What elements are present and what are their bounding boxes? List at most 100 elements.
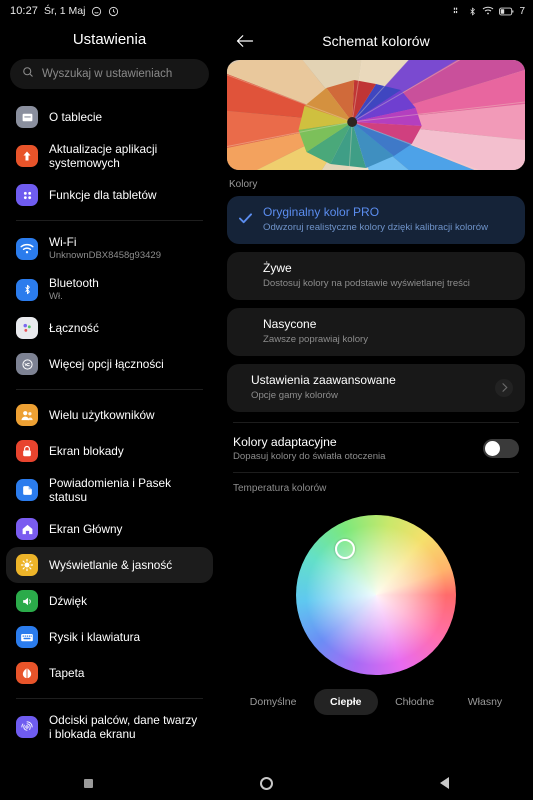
sidebar-group-divider <box>16 698 203 699</box>
system-navigation-bar <box>0 766 533 800</box>
scheme-option-title: Oryginalny kolor PRO <box>263 205 380 219</box>
home-circle-icon[interactable] <box>236 776 296 790</box>
fingerprint-icon <box>16 716 38 738</box>
users-icon <box>16 404 38 426</box>
sidebar-item-ekran-g-wny[interactable]: Ekran Główny <box>6 511 213 547</box>
adaptive-colors-toggle[interactable] <box>483 439 519 458</box>
notification-icon <box>16 479 38 501</box>
color-wheel-selector[interactable] <box>335 538 355 559</box>
adaptive-colors-row[interactable]: Kolory adaptacyjne Dopasuj kolory do świ… <box>219 433 533 462</box>
sidebar-item-label: Dźwięk <box>49 594 88 608</box>
sidebar-item-text: Wi-Fi UnknownDBX8458g93429 <box>49 235 161 262</box>
divider-above-temperature <box>233 472 519 473</box>
sidebar-item-wi-fi[interactable]: Wi-Fi UnknownDBX8458g93429 <box>6 228 213 269</box>
recents-square-icon[interactable] <box>59 778 119 788</box>
sidebar-item-label: Rysik i klawiatura <box>49 630 141 644</box>
sidebar-item-odciski-palc-w-dane-twarzy-i-blokada-ekranu[interactable]: Odciski palców, dane twarzy i blokada ek… <box>6 706 213 748</box>
sidebar-item-label: Bluetooth <box>49 276 99 290</box>
scheme-option-sub: Zawsze poprawiaj kolory <box>263 334 369 345</box>
temperature-label: Temperatura kolorów <box>233 483 327 494</box>
adaptive-colors-sub: Dopasuj kolory do światła otoczenia <box>233 451 386 462</box>
grid-dots-icon <box>16 184 38 206</box>
advanced-settings-text: Ustawienia zaawansowane Opcje gamy kolor… <box>251 373 495 402</box>
sidebar-title: Ustawienia <box>72 31 147 48</box>
sound-icon <box>16 590 38 612</box>
sidebar-item-powiadomienia-i-pasek-statusu[interactable]: Powiadomienia i Pasek statusu <box>6 469 213 511</box>
adaptive-colors-title: Kolory adaptacyjne <box>233 435 337 449</box>
sidebar-item-label: O tablecie <box>49 110 103 124</box>
sidebar-item-rysik-i-klawiatura[interactable]: Rysik i klawiatura <box>6 619 213 655</box>
divider-above-adaptive <box>233 422 519 423</box>
back-triangle-icon[interactable] <box>414 777 474 789</box>
advanced-settings-row[interactable]: Ustawienia zaawansowane Opcje gamy kolor… <box>227 364 525 412</box>
sidebar-item-label: Łączność <box>49 321 99 335</box>
search-icon <box>22 65 34 83</box>
sidebar-item-wielu-u-ytkownik-w[interactable]: Wielu użytkowników <box>6 397 213 433</box>
sidebar-group-divider <box>16 220 203 221</box>
status-date: Śr, 1 Maj <box>44 5 86 17</box>
scheme-option-0[interactable]: Oryginalny kolor PRO Odwzoruj realistyczn… <box>227 196 525 244</box>
scheme-option-1[interactable]: Żywe Dostosuj kolory na podstawie wyświet… <box>227 252 525 300</box>
battery-level: 7 <box>519 5 525 17</box>
sidebar-item-text: Więcej opcji łączności <box>49 357 164 371</box>
sidebar-item-text: Ekran Główny <box>49 522 122 536</box>
sidebar-item-text: Bluetooth Wł. <box>49 276 99 303</box>
keyboard-icon <box>16 626 38 648</box>
sidebar-item-d-wi-k[interactable]: Dźwięk <box>6 583 213 619</box>
sidebar-item-czno[interactable]: Łączność <box>6 310 213 346</box>
sidebar-item-funkcje-dla-tablet-w[interactable]: Funkcje dla tabletów <box>6 177 213 213</box>
bluetooth-icon <box>468 6 477 17</box>
main-screen: Ustawienia Wyszukaj w ustawieniach O tab… <box>0 22 533 766</box>
temperature-preset-row: Domyślne Ciepłe Chłodne Własny <box>219 689 533 715</box>
sidebar-item-aktualizacje-aplikacji-systemowych[interactable]: Aktualizacje aplikacji systemowych <box>6 135 213 177</box>
status-bar: 10:27 Śr, 1 Maj 7 <box>0 0 533 22</box>
sidebar-item-text: Ekran blokady <box>49 444 124 458</box>
wifi-icon <box>482 6 494 16</box>
brightness-icon <box>16 554 38 576</box>
scheme-option-sub: Dostosuj kolory na podstawie wyświetlane… <box>263 278 470 289</box>
color-wheel-container <box>219 502 533 687</box>
advanced-settings-title: Ustawienia zaawansowane <box>251 373 396 387</box>
sidebar-item-wi-cej-opcji-czno-ci[interactable]: Więcej opcji łączności <box>6 346 213 382</box>
sidebar-group-divider <box>16 389 203 390</box>
sidebar-item-label: Wyświetlanie & jasność <box>49 558 173 572</box>
signal-icon <box>453 6 463 16</box>
scheme-option-title: Żywe <box>263 261 292 275</box>
color-temperature-wheel[interactable] <box>296 514 456 675</box>
sidebar-item-text: Odciski palców, dane twarzy i blokada ek… <box>49 713 203 741</box>
battery-icon <box>499 7 514 16</box>
chevron-right-icon <box>495 378 513 397</box>
bluetooth-icon <box>16 278 38 301</box>
sidebar-item-text: Wyświetlanie & jasność <box>49 558 172 572</box>
color-scheme-panel: Schemat kolorów Kolory Oryginalny kolor … <box>219 22 533 766</box>
temperature-preset-ch-odne[interactable]: Chłodne <box>379 689 450 715</box>
advanced-settings-sub: Opcje gamy kolorów <box>251 390 338 401</box>
sidebar-item-o-tablecie[interactable]: O tablecie <box>6 99 213 135</box>
sidebar-item-text: Funkcje dla tabletów <box>49 188 157 202</box>
scheme-option-sub: Odwzoruj realistyczne kolory dzięki kali… <box>263 222 488 233</box>
sidebar-item-text: Rysik i klawiatura <box>49 630 140 644</box>
sidebar-item-tapeta[interactable]: Tapeta <box>6 655 213 691</box>
sidebar-item-label: Aktualizacje aplikacji systemowych <box>49 142 158 170</box>
page-title: Schemat kolorów <box>322 33 430 49</box>
sidebar-item-bluetooth[interactable]: Bluetooth Wł. <box>6 269 213 310</box>
sidebar-item-label: Więcej opcji łączności <box>49 357 164 371</box>
sidebar-item-text: Łączność <box>49 321 99 335</box>
search-input[interactable]: Wyszukaj w ustawieniach <box>10 59 209 89</box>
temperature-preset-ciep-e[interactable]: Ciepłe <box>314 689 378 715</box>
sidebar-item-text: Aktualizacje aplikacji systemowych <box>49 142 203 170</box>
temperature-preset-w-asny[interactable]: Własny <box>452 689 518 715</box>
sidebar-item-label: Wi-Fi <box>49 235 77 249</box>
scheme-option-2[interactable]: Nasycone Zawsze poprawiaj kolory <box>227 308 525 356</box>
sidebar-item-ekran-blokady[interactable]: Ekran blokady <box>6 433 213 469</box>
sidebar-item-text: Tapeta <box>49 666 84 680</box>
status-bar-left: 10:27 Śr, 1 Maj <box>10 5 119 17</box>
status-bar-right: 7 <box>453 6 525 17</box>
temperature-preset-domy-lne[interactable]: Domyślne <box>234 689 313 715</box>
sidebar-item-text: Powiadomienia i Pasek statusu <box>49 476 203 504</box>
scheme-option-title: Nasycone <box>263 317 317 331</box>
back-arrow-icon[interactable] <box>233 29 257 53</box>
sidebar-item-text: Wielu użytkowników <box>49 408 155 422</box>
scheme-option-list: Oryginalny kolor PRO Odwzoruj realistyczn… <box>219 196 533 356</box>
sidebar-item-wy-wietlanie-jasno[interactable]: Wyświetlanie & jasność <box>6 547 213 583</box>
